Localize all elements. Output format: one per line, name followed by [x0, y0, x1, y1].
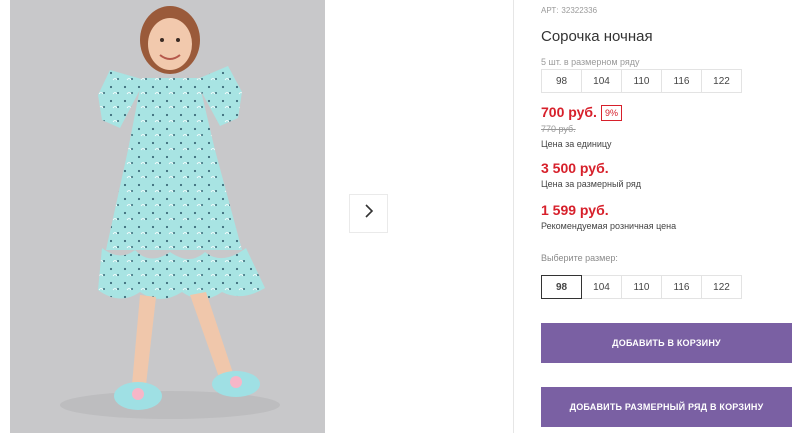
pack-note: 5 шт. в размерном ряду [541, 57, 640, 67]
pack-size: 110 [621, 69, 662, 93]
sku-label: АРТ: [541, 6, 559, 15]
product-photo [10, 0, 325, 433]
pack-size: 104 [581, 69, 622, 93]
old-price: 770 руб. [541, 124, 576, 134]
pack-size: 116 [661, 69, 702, 93]
pack-size: 98 [541, 69, 582, 93]
size-option-98[interactable]: 98 [541, 275, 582, 299]
chevron-right-icon [363, 203, 375, 224]
add-size-row-to-cart-button[interactable]: ДОБАВИТЬ РАЗМЕРНЫЙ РЯД В КОРЗИНУ [541, 387, 792, 427]
discount-badge: 9% [601, 105, 623, 121]
size-option-110[interactable]: 110 [621, 275, 662, 299]
sku: АРТ: 32322336 [541, 6, 597, 15]
panel-divider [513, 0, 514, 433]
rrp-price: 1 599 руб. [541, 202, 609, 218]
add-to-cart-button[interactable]: ДОБАВИТЬ В КОРЗИНУ [541, 323, 792, 363]
rrp-price-caption: Рекомендуемая розничная цена [541, 221, 677, 231]
next-image-button[interactable] [349, 194, 388, 233]
size-picker-label: Выберите размер: [541, 253, 618, 263]
row-price-caption: Цена за размерный ряд [541, 179, 642, 189]
size-option-104[interactable]: 104 [581, 275, 622, 299]
size-option-116[interactable]: 116 [661, 275, 702, 299]
row-price: 3 500 руб. [541, 160, 609, 176]
pack-size-row: 98 104 110 116 122 [541, 69, 742, 93]
product-title: Сорочка ночная [541, 28, 653, 45]
product-info-panel: АРТ: 32322336 Сорочка ночная 5 шт. в разм… [541, 0, 800, 433]
size-option-122[interactable]: 122 [701, 275, 742, 299]
size-picker: 98 104 110 116 122 [541, 275, 742, 299]
unit-price-caption: Цена за единицу [541, 139, 612, 149]
product-image [10, 0, 325, 433]
pack-size: 122 [701, 69, 742, 93]
unit-price: 700 руб. [541, 104, 597, 120]
sku-value: 32322336 [561, 6, 598, 15]
